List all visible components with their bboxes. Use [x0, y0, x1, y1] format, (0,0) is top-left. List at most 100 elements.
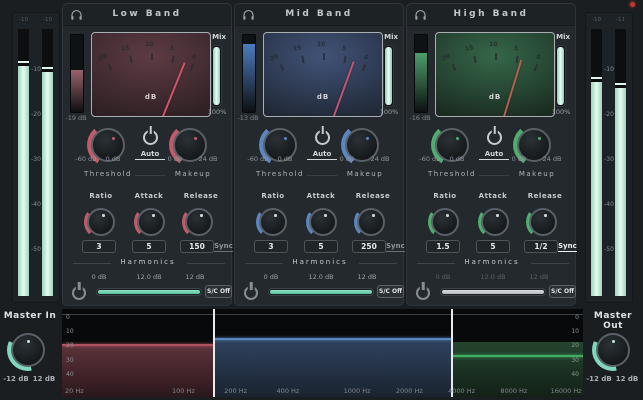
db-axis-label: 40: [571, 371, 579, 378]
vu-tick-mark: [151, 53, 153, 60]
release-value-box[interactable]: 150: [180, 240, 214, 253]
mix-slider[interactable]: [555, 45, 566, 107]
auto-button[interactable]: Auto: [307, 150, 337, 160]
crossover-divider-low-mid[interactable]: [213, 309, 215, 397]
master-out-label: Master Out: [583, 311, 643, 331]
vu-tick-label: 20: [269, 53, 279, 63]
sync-toggle[interactable]: Sync: [386, 242, 405, 252]
attack-knob[interactable]: [134, 205, 168, 239]
attack-knob[interactable]: [306, 205, 340, 239]
meter-fill: [615, 88, 626, 296]
attack-value-box[interactable]: 5: [304, 240, 338, 253]
analyzer-low-region: [62, 309, 214, 397]
master-in-knob[interactable]: [7, 329, 49, 371]
crossover-divider-mid-high[interactable]: [451, 309, 453, 397]
vu-tick-mark: [108, 64, 112, 71]
harmonics-slider[interactable]: [268, 288, 374, 296]
vu-tick-mark: [343, 56, 346, 63]
harmonics-min-label: 0 dB: [83, 273, 115, 281]
vu-tick-mark: [190, 64, 194, 71]
band-header: High Band: [407, 4, 575, 26]
vu-tick-label: 15: [120, 44, 130, 52]
harmonics-center-label: 12.0 dB: [471, 273, 515, 281]
auto-button[interactable]: Auto: [479, 150, 509, 160]
harmonics-title: Harmonics: [455, 258, 529, 266]
vu-meter: 20 15 10 5 0 dB: [435, 32, 555, 117]
makeup-min-label: 0 dB: [163, 155, 187, 163]
harmonics-power-button[interactable]: [244, 286, 258, 300]
release-knob[interactable]: [354, 205, 388, 239]
ratio-knob[interactable]: [428, 205, 462, 239]
master-out-knob[interactable]: [592, 329, 634, 371]
knob-indicator-dot: [366, 137, 369, 140]
peak-readout: -10: [39, 17, 56, 23]
ratio-label: Ratio: [419, 192, 471, 200]
ratio-value-box[interactable]: 1.5: [426, 240, 460, 253]
sidechain-button[interactable]: S/C Off: [205, 285, 232, 298]
band-input-meter-fill: [243, 44, 255, 112]
analyzer-mid-level-line: [214, 338, 452, 340]
vu-tick-mark: [362, 64, 366, 71]
vu-tick-label: 0: [191, 53, 198, 61]
master-out-meter: -10 -11 -10 -20 -30 -40 -50: [585, 12, 633, 303]
auto-button[interactable]: Auto: [135, 150, 165, 160]
db-axis-label: 10: [571, 328, 579, 335]
vu-tick-mark: [171, 56, 174, 63]
threshold-max-label: 0 dB: [101, 155, 125, 163]
divider-line: [135, 175, 165, 176]
knob-indicator-dot: [152, 214, 155, 217]
divider-line: [359, 263, 397, 264]
band-power-button[interactable]: [143, 130, 158, 145]
ratio-knob[interactable]: [256, 205, 290, 239]
vu-tick-mark: [323, 53, 325, 60]
db-axis-label: 20: [571, 342, 579, 349]
release-value-box[interactable]: 250: [352, 240, 386, 253]
harmonics-power-button[interactable]: [72, 286, 86, 300]
attack-knob[interactable]: [478, 205, 512, 239]
harmonics-power-button[interactable]: [416, 286, 430, 300]
attack-label: Attack: [297, 192, 345, 200]
vu-tick-label: 20: [97, 53, 107, 63]
harmonics-slider[interactable]: [440, 288, 546, 296]
ratio-value-box[interactable]: 3: [254, 240, 288, 253]
plugin-window: Low Band -19 dB 20 15 10 5 0 dB Mix 100%…: [0, 0, 643, 400]
master-out-max-label: 12 dB: [613, 375, 641, 383]
vu-tick-label: 5: [341, 45, 346, 53]
makeup-label: Makeup: [507, 170, 567, 178]
attack-value-box[interactable]: 5: [476, 240, 510, 253]
master-in-meter: -10 -10 -10 -20 -30 -40 -50: [12, 12, 60, 303]
mix-label: Mix: [384, 33, 398, 41]
ratio-value-box[interactable]: 3: [82, 240, 116, 253]
knob-indicator-dot: [102, 214, 105, 217]
ratio-label: Ratio: [247, 192, 299, 200]
sync-toggle[interactable]: Sync: [558, 242, 577, 252]
master-out-section: -10 -11 -10 -20 -30 -40 -50 Master Out -…: [583, 0, 643, 400]
release-knob[interactable]: [182, 205, 216, 239]
zero-db-gridline: [62, 314, 583, 315]
meter-fill: [18, 66, 29, 296]
attack-value-box[interactable]: 5: [132, 240, 166, 253]
threshold-min-label: -60 dB: [241, 155, 275, 163]
release-knob[interactable]: [526, 205, 560, 239]
release-value-box[interactable]: 1/2: [524, 240, 558, 253]
db-axis-label: 30: [66, 357, 74, 364]
band-panel: Low Band -19 dB 20 15 10 5 0 dB Mix 100%…: [62, 3, 232, 306]
vu-tick-mark: [301, 56, 304, 63]
band-power-button[interactable]: [315, 130, 330, 145]
band-power-button[interactable]: [487, 130, 502, 145]
vu-tick-mark: [534, 64, 538, 71]
vu-tick-label: 10: [317, 41, 325, 48]
vu-tick-label: 15: [464, 44, 474, 52]
release-label: Release: [519, 192, 571, 200]
mix-slider[interactable]: [211, 45, 222, 107]
band-header: Mid Band: [235, 4, 403, 26]
divider-line: [187, 263, 225, 264]
sync-toggle[interactable]: Sync: [214, 242, 233, 252]
sidechain-button[interactable]: S/C Off: [377, 285, 404, 298]
mix-slider[interactable]: [383, 45, 394, 107]
vu-tick-label: 15: [292, 44, 302, 52]
ratio-knob[interactable]: [84, 205, 118, 239]
sidechain-button[interactable]: S/C Off: [549, 285, 576, 298]
analyzer-plot: 0 10 20 30 40 0 10 20 30 40 20 Hz 100 Hz…: [62, 309, 583, 397]
harmonics-slider[interactable]: [96, 288, 202, 296]
